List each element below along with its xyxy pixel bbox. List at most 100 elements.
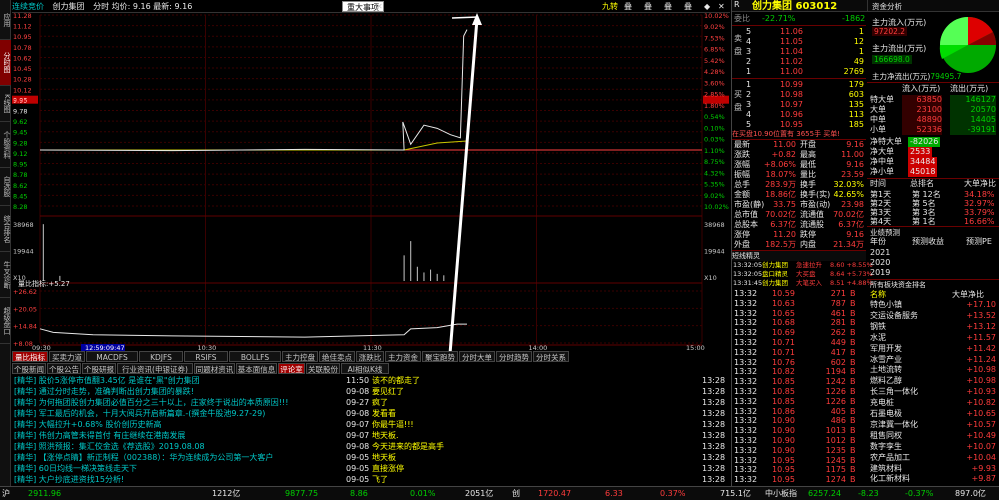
sector-row[interactable]: 钢铁 +13.12 [868, 322, 999, 333]
news-title[interactable]: [精华] 通过分时走势，准确判断出创力集团的暴跌! [14, 386, 344, 397]
indicator-tab[interactable]: KDJFS [139, 351, 183, 362]
overlay-button-1[interactable]: 叠 [624, 0, 632, 13]
news-row[interactable]: [精华] 股价5涨停市值翻3.45亿 是谁在"黑"创力集团 11:50 该不的都走了… [12, 375, 730, 386]
settings-icon[interactable]: ◆ [704, 0, 710, 13]
tick-price: 10.65 [772, 308, 795, 318]
indicator-tab[interactable]: BOLLFS [229, 351, 281, 362]
indicator-tab[interactable]: MACDFS [86, 351, 138, 362]
order-trigger-line[interactable]: 在买盘10.90位置有 3655手 买单! [732, 130, 866, 139]
left-tab-diagnosis[interactable]: 牛叉诊断 [0, 252, 11, 298]
news-title[interactable]: [精华] 照洪预报：集汇佼金选《荐选股》2019.08.08 [14, 441, 344, 452]
timeline-chart[interactable]: 9.95 11.28 11.12 10.95 10.78 10.62 10.45 10.28… [12, 13, 730, 351]
news-row[interactable]: [精华] 大幅拉升+0.68% 股价创历史新高 09-07 你最牛逼!!! 13:28 [12, 419, 730, 430]
sector-row[interactable]: 冰雪产业 +11.24 [868, 355, 999, 366]
news-tab[interactable]: 个股公告 [47, 363, 81, 374]
news-row[interactable]: [精华] 军工最后的机会，十月大阅兵开启新篇章.-(撰金牛股池9.27-29) 0… [12, 408, 730, 419]
net-row: 净大单 2533 [868, 147, 999, 157]
news-title[interactable]: [精华] 股价5涨停市值翻3.45亿 是谁在"黑"创力集团 [14, 375, 344, 386]
news-tab[interactable]: 关联股份 [306, 363, 340, 374]
field-value: 32.03% [833, 180, 864, 189]
sector-row[interactable]: 水泥 +11.57 [868, 333, 999, 344]
field-label: 涨停 [734, 230, 750, 239]
tick-row: 13:32 10.90 1235 B [732, 446, 866, 456]
news-row[interactable]: [精华] 大户抄底进资找15分析! 09-05 飞了 13:28 [12, 474, 730, 485]
price-line [39, 29, 468, 152]
sector-row[interactable]: 石墨电极 +10.65 [868, 409, 999, 420]
indicator-tab[interactable]: 分时趋势 [496, 351, 532, 362]
sector-row[interactable]: 燃料乙醇 +10.98 [868, 376, 999, 387]
indicator-tab[interactable]: 分时关系 [533, 351, 569, 362]
sector-row[interactable]: 农产品加工 +10.04 [868, 453, 999, 464]
indicator-tab[interactable]: 绝佳卖点 [319, 351, 355, 362]
sector-name: 农产品加工 [870, 452, 910, 462]
sector-cols: 名称 大单净比 [868, 290, 999, 300]
sector-row[interactable]: 建筑材料 +9.93 [868, 464, 999, 475]
news-title[interactable]: [精华] 【涨停点睛】新正制程（002388）：华为连续成为公司第一大客户 [14, 452, 344, 463]
indicator-tab[interactable]: 主力控盘 [282, 351, 318, 362]
news-tab[interactable]: 同题材资讯 [194, 363, 235, 374]
comment-time: 09-05 [346, 464, 370, 473]
sector-row[interactable]: 充电桩 +10.82 [868, 398, 999, 409]
price-tick: 10.28 [13, 76, 32, 84]
news-tab[interactable]: 个股新闻 [12, 363, 46, 374]
comment-text: 地天板 [372, 453, 396, 462]
indicator-tab[interactable]: 主力资金 [385, 351, 421, 362]
news-row[interactable]: [精华] 为何拖团股创力集团必值百分之三十以上，庄家终于说出的本质原因!!! 09… [12, 397, 730, 408]
indicator-tab[interactable]: 买卖力道 [49, 351, 85, 362]
indicator-tab[interactable]: 涨跌比 [356, 351, 384, 362]
sector-row[interactable]: 化工新材料 +9.87 [868, 474, 999, 485]
sector-row[interactable]: 土地流转 +10.98 [868, 365, 999, 376]
news-tab[interactable]: 评论室 [278, 363, 305, 374]
overlay-button-4[interactable]: 叠 [684, 0, 692, 13]
indicator-tab[interactable]: 分时大单 [459, 351, 495, 362]
rank-value: 第 12名 [912, 190, 941, 199]
nine-turn-button[interactable]: 九转 [602, 0, 618, 13]
abnormal-row[interactable]: 13:32:05 盘口精灵 大买盘 8.64 +5.73% [732, 270, 873, 279]
left-tab-orderbook[interactable]: 超级盘口 [0, 298, 11, 344]
main-out-value: 166698.0 [872, 55, 912, 64]
sector-row[interactable]: 租售同权 +10.49 [868, 431, 999, 442]
sector-row[interactable]: 特色小镇 +17.10 [868, 300, 999, 311]
volume-tick: 19944 [13, 248, 34, 256]
close-chart-icon[interactable]: ✕ [718, 0, 725, 13]
abnormal-row[interactable]: 13:32:05 创力集团 急速拉升 8.60 +8.55% [732, 261, 873, 270]
news-tab[interactable]: 行业资讯(申银证券) [117, 363, 193, 374]
news-row[interactable]: [精华] 照洪预报：集汇佼金选《荐选股》2019.08.08 09-08 今天进来的… [12, 441, 730, 452]
left-tab-ranking[interactable]: 综合排名 [0, 206, 11, 252]
news-row[interactable]: [精华] 伟创力高管未得首付 有庄继续在港南发展 09-07 地天板. 13:28 [12, 430, 730, 441]
volume-tick-right: X10 [704, 274, 717, 282]
news-title[interactable]: [精华] 大户抄底进资找15分析! [14, 474, 344, 485]
sector-row[interactable]: 京津冀一体化 +10.57 [868, 420, 999, 431]
sector-row[interactable]: 长三角一体化 +10.93 [868, 387, 999, 398]
sector-row[interactable]: 数字孪生 +10.07 [868, 442, 999, 453]
left-tab-profile[interactable]: 个股资料 [0, 122, 11, 168]
overlay-button-3[interactable]: 叠 [664, 0, 672, 13]
news-row[interactable]: [精华] 【涨停点睛】新正制程（002388）：华为连续成为公司第一大客户 09-… [12, 452, 730, 463]
news-tab[interactable]: 个股研报 [82, 363, 116, 374]
left-tab-timeline[interactable]: 分时图 [0, 40, 11, 86]
news-tab[interactable]: 基本面信息 [236, 363, 277, 374]
news-title[interactable]: [精华] 大幅拉升+0.68% 股价创历史新高 [14, 419, 344, 430]
news-title[interactable]: [精华] 为何拖团股创力集团必值百分之三十以上，庄家终于说出的本质原因!!! [14, 397, 344, 408]
left-tab-kline[interactable]: K线图 [0, 86, 11, 122]
indicator-tab[interactable]: RSIFS [184, 351, 228, 362]
left-tab-apps[interactable]: 应用 [0, 0, 11, 40]
news-row[interactable]: [精华] 60日均线一梯决策线走天下 09-05 直接涨停 13:28 [12, 463, 730, 474]
close-icon[interactable]: ✕ [376, 0, 383, 13]
news-title[interactable]: [精华] 军工最后的机会，十月大阅兵开启新篇章.-(撰金牛股池9.27-29) [14, 408, 344, 419]
news-title[interactable]: [精华] 伟创力高管未得首付 有庄继续在港南发展 [14, 430, 344, 441]
abnormal-row[interactable]: 13:31:45 创力集团 大笔买入 8.51 +4.88% [732, 279, 873, 288]
indicator-tab[interactable]: 聚宝跑势 [422, 351, 458, 362]
news-tab[interactable]: AI相似K线 [341, 363, 389, 374]
indicator-tab[interactable]: 量比指标 [12, 351, 48, 362]
field-label: 内盘 [800, 240, 816, 249]
news-title[interactable]: [精华] 60日均线一梯决策线走天下 [14, 463, 344, 474]
pct-tick: 9.02% [704, 23, 725, 31]
sector-row[interactable]: 军用开发 +11.42 [868, 344, 999, 355]
sector-ratio: +10.04 [966, 452, 996, 462]
perf-year-head: 年份 [870, 237, 886, 246]
left-tab-watchlist[interactable]: 自选股 [0, 168, 11, 206]
sector-row[interactable]: 交运设备服务 +13.52 [868, 311, 999, 322]
news-row[interactable]: [精华] 通过分时走势，准确判断出创力集团的暴跌! 09-08 要见红了 13:28 [12, 386, 730, 397]
overlay-button-2[interactable]: 叠 [644, 0, 652, 13]
